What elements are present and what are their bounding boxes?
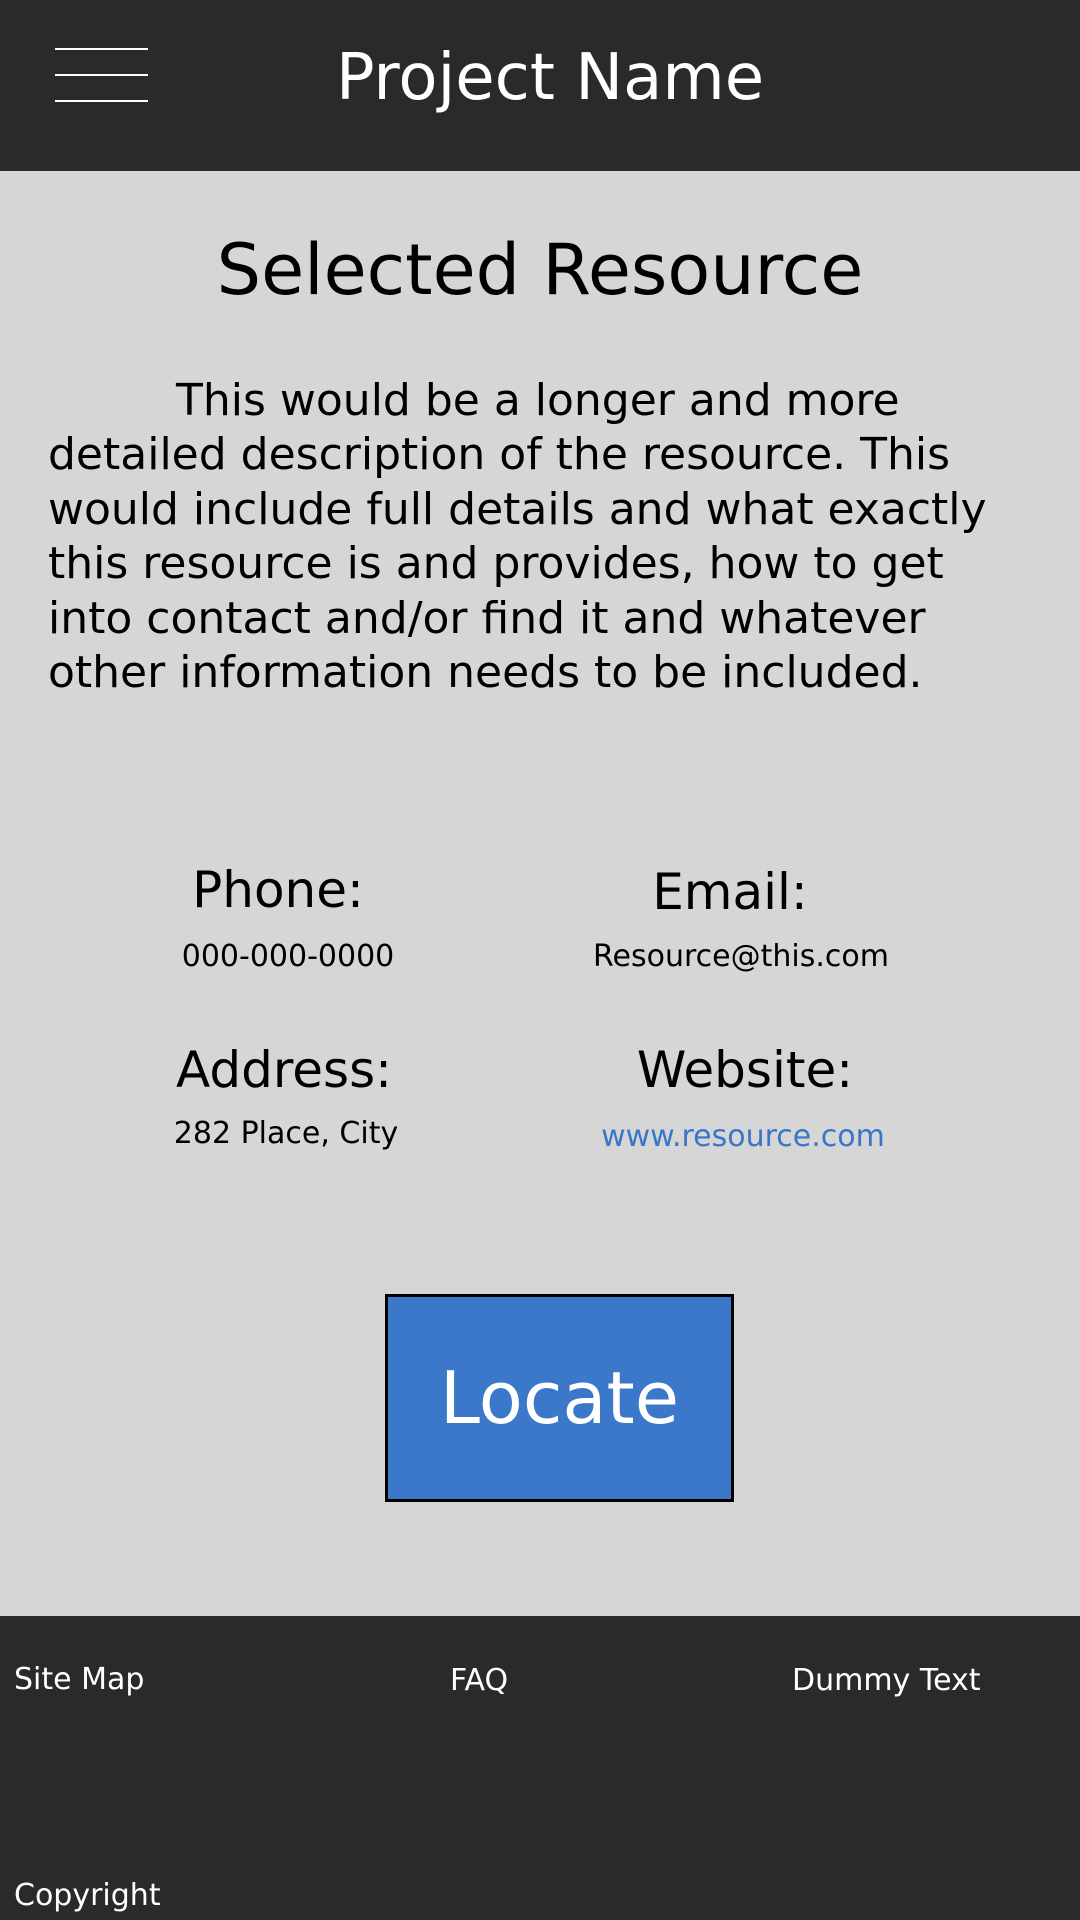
phone-label: Phone:: [192, 861, 364, 919]
footer-link-faq[interactable]: FAQ: [450, 1661, 508, 1701]
website-label: Website:: [636, 1041, 854, 1099]
website-link[interactable]: www.resource.com: [601, 1119, 885, 1154]
phone-value: 000-000-0000: [181, 939, 395, 974]
footer-link-dummy-text[interactable]: Dummy Text: [792, 1661, 981, 1701]
app-footer: Site Map FAQ Dummy Text: [0, 1616, 1080, 1920]
address-label: Address:: [176, 1041, 392, 1099]
address-value: 282 Place, City: [173, 1116, 399, 1151]
email-label: Email:: [652, 863, 808, 921]
copyright-text: Copyright: [14, 1878, 161, 1913]
locate-button[interactable]: Locate: [385, 1294, 734, 1502]
website-value: www.resource.com: [523, 1117, 963, 1157]
resource-description: This would be a longer and more detailed…: [48, 375, 987, 699]
app-title: Project Name: [335, 41, 765, 115]
page-title: Selected Resource: [216, 229, 864, 311]
footer-link-site-map[interactable]: Site Map: [14, 1660, 144, 1700]
app-header: Project Name: [0, 0, 1080, 171]
email-value: Resource@this.com: [593, 939, 889, 974]
